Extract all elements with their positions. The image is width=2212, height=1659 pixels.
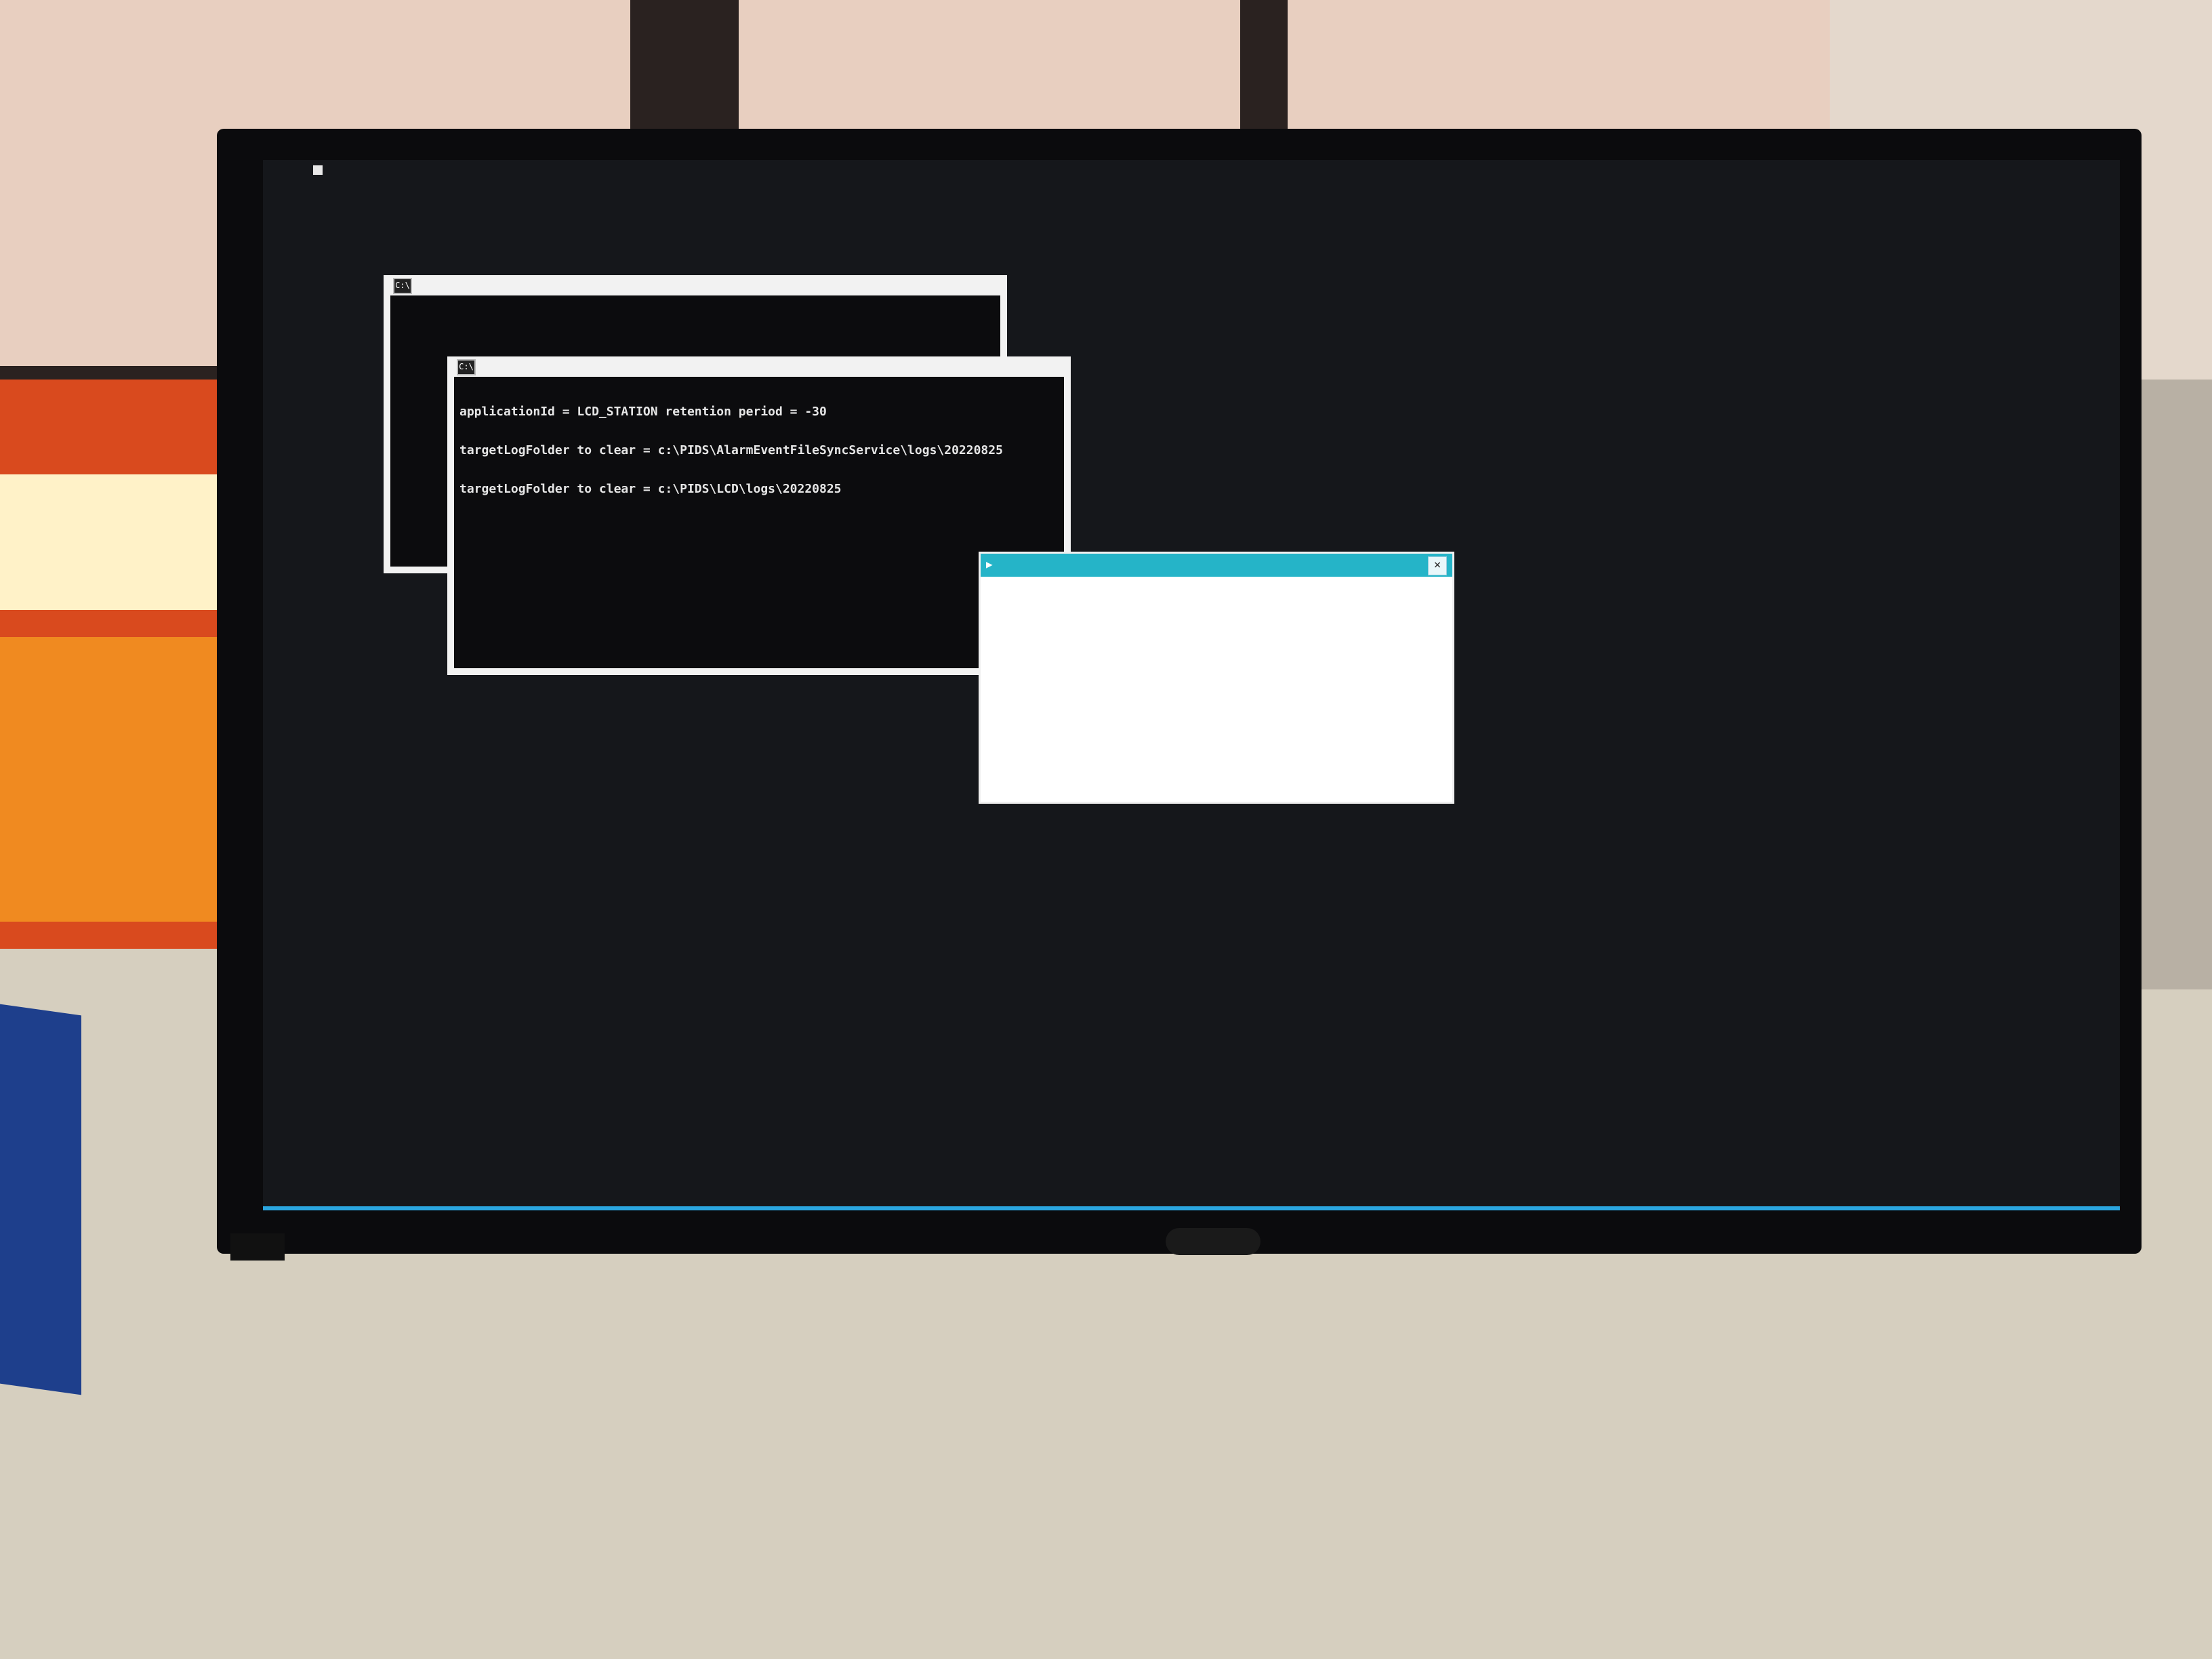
tv-logo [1166, 1228, 1261, 1255]
app-icon: ▶ [986, 558, 993, 571]
console-icon: C:\ [393, 278, 412, 294]
console-line: targetLogFolder to clear = c:\PIDS\LCD\l… [459, 482, 842, 496]
console-output: applicationId = LCD_STATION retention pe… [454, 377, 1064, 524]
wall-orange-panel [0, 637, 237, 922]
blue-sign [0, 1004, 81, 1395]
close-button[interactable]: × [1428, 556, 1447, 575]
mouse-cursor [313, 165, 323, 175]
console-icon: C:\ [457, 359, 476, 375]
taskbar-accent-line [263, 1206, 2120, 1210]
tv-mount [230, 1233, 285, 1261]
console-window-front[interactable]: C:\ applicationId = LCD_STATION retentio… [447, 356, 1071, 675]
console-line: targetLogFolder to clear = c:\PIDS\Alarm… [459, 443, 1003, 457]
ceiling-panel [156, 0, 630, 136]
desktop-screen: C:\ C:\ applicationId = LCD_STATION rete… [263, 160, 2120, 1210]
dialog-window[interactable]: ▶ × [979, 552, 1454, 804]
dialog-titlebar[interactable]: ▶ × [981, 554, 1452, 577]
ceiling-panel [739, 0, 1240, 142]
console-line: applicationId = LCD_STATION retention pe… [459, 405, 827, 419]
wall-light [0, 474, 251, 610]
